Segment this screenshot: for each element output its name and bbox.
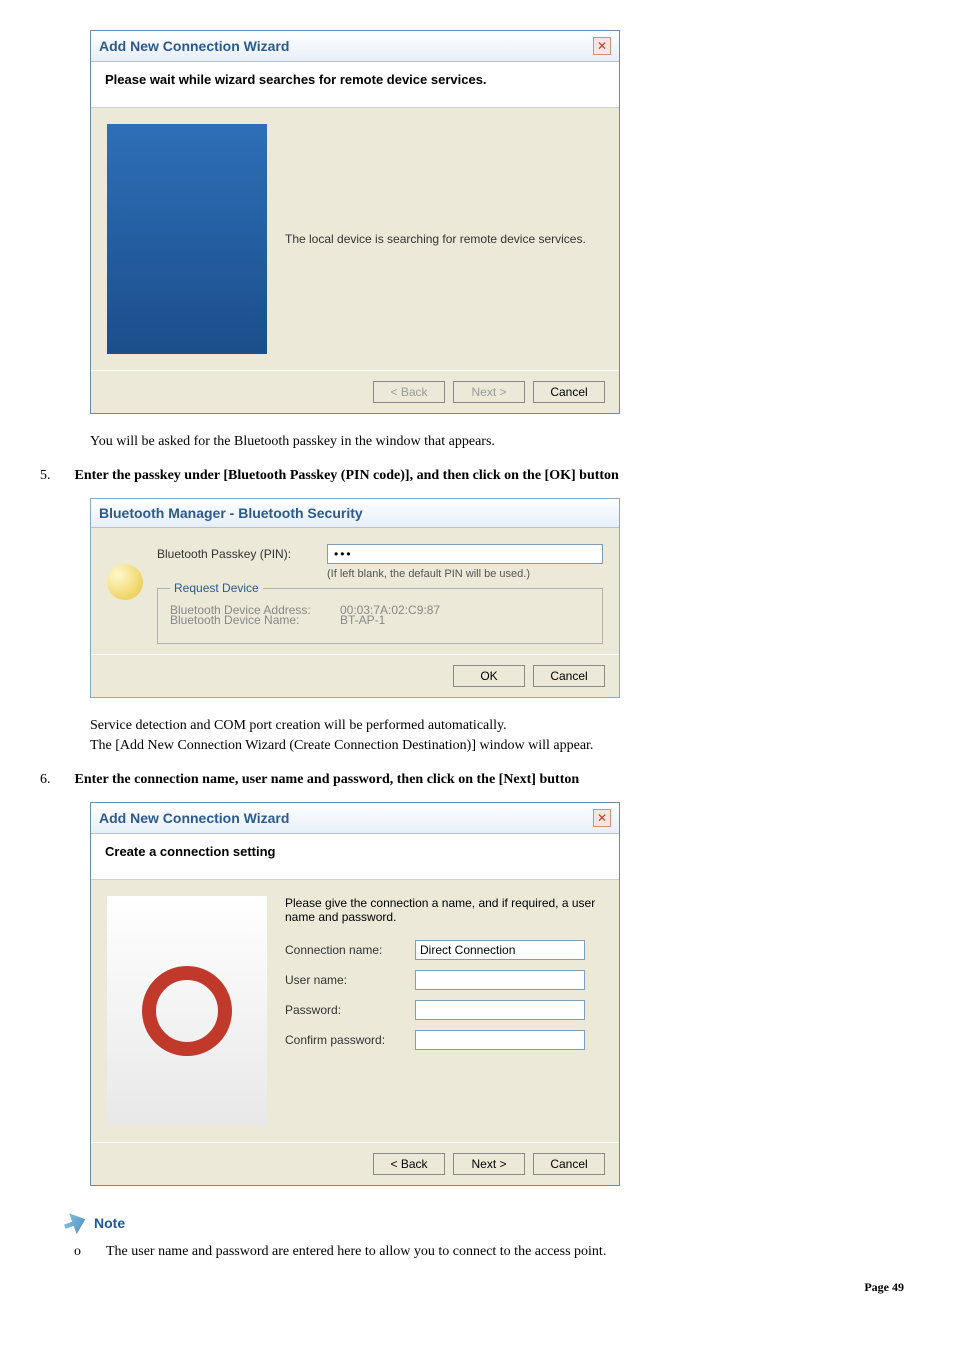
bluetooth-icon xyxy=(107,564,143,600)
request-device-group: Request Device Bluetooth Device Address:… xyxy=(157,588,603,644)
window-title: Add New Connection Wizard xyxy=(99,810,289,826)
ok-button[interactable]: OK xyxy=(453,665,525,687)
next-button[interactable]: Next > xyxy=(453,1153,525,1175)
service-detection-text: Service detection and COM port creation … xyxy=(90,718,914,734)
passkey-note: You will be asked for the Bluetooth pass… xyxy=(90,434,914,450)
wizard-subheader: Create a connection setting xyxy=(91,834,619,880)
wizard-content: Please give the connection a name, and i… xyxy=(91,880,619,1142)
confirm-password-row: Confirm password: xyxy=(285,1030,603,1050)
request-device-legend: Request Device xyxy=(170,581,263,595)
pin-row: Bluetooth Passkey (PIN): ••• xyxy=(157,544,603,564)
step-6: 6. Enter the connection name, user name … xyxy=(40,772,914,788)
step-number: 6. xyxy=(40,772,51,788)
pin-label: Bluetooth Passkey (PIN): xyxy=(157,547,317,561)
page-number: Page 49 xyxy=(40,1280,914,1295)
button-row: OK Cancel xyxy=(91,654,619,697)
pin-hint: (If left blank, the default PIN will be … xyxy=(327,568,603,580)
back-button[interactable]: < Back xyxy=(373,1153,445,1175)
username-input[interactable] xyxy=(415,970,585,990)
connection-name-label: Connection name: xyxy=(285,943,405,957)
username-label: User name: xyxy=(285,973,405,987)
next-window-text: The [Add New Connection Wizard (Create C… xyxy=(90,738,914,754)
device-name-row: Bluetooth Device Name: BT-AP-1 xyxy=(170,613,590,627)
step-number: 5. xyxy=(40,468,51,484)
next-button: Next > xyxy=(453,381,525,403)
confirm-password-label: Confirm password: xyxy=(285,1033,405,1047)
wizard-illustration xyxy=(107,896,267,1126)
window-title: Bluetooth Manager - Bluetooth Security xyxy=(99,505,363,521)
close-icon[interactable]: ✕ xyxy=(593,809,611,827)
wizard-illustration xyxy=(107,124,267,354)
password-input[interactable] xyxy=(415,1000,585,1020)
step-instruction: Enter the passkey under [Bluetooth Passk… xyxy=(75,468,619,484)
note-label: Note xyxy=(94,1215,125,1231)
back-button: < Back xyxy=(373,381,445,403)
device-name-label: Bluetooth Device Name: xyxy=(170,613,330,627)
wizard-searching-window: Add New Connection Wizard ✕ Please wait … xyxy=(90,30,620,414)
button-row: < Back Next > Cancel xyxy=(91,1142,619,1185)
cancel-button[interactable]: Cancel xyxy=(533,1153,605,1175)
wizard-connection-window: Add New Connection Wizard ✕ Create a con… xyxy=(90,802,620,1186)
password-row: Password: xyxy=(285,1000,603,1020)
window-title: Add New Connection Wizard xyxy=(99,38,289,54)
bullet-symbol: o xyxy=(74,1244,86,1260)
wizard-subheader: Please wait while wizard searches for re… xyxy=(91,62,619,108)
note-text: The user name and password are entered h… xyxy=(106,1244,606,1260)
cancel-button[interactable]: Cancel xyxy=(533,665,605,687)
note-arrow-icon xyxy=(61,1209,89,1237)
connection-name-input[interactable] xyxy=(415,940,585,960)
note-section: Note xyxy=(64,1212,914,1234)
note-bullet: o The user name and password are entered… xyxy=(74,1244,914,1260)
password-label: Password: xyxy=(285,1003,405,1017)
confirm-password-input[interactable] xyxy=(415,1030,585,1050)
connection-name-row: Connection name: xyxy=(285,940,603,960)
step-instruction: Enter the connection name, user name and… xyxy=(75,772,580,788)
step-5: 5. Enter the passkey under [Bluetooth Pa… xyxy=(40,468,914,484)
titlebar: Add New Connection Wizard ✕ xyxy=(91,803,619,834)
titlebar: Add New Connection Wizard ✕ xyxy=(91,31,619,62)
device-name-value: BT-AP-1 xyxy=(340,613,385,627)
wizard-content: The local device is searching for remote… xyxy=(91,108,619,370)
bluetooth-security-window: Bluetooth Manager - Bluetooth Security B… xyxy=(90,498,620,698)
pin-input[interactable]: ••• xyxy=(327,544,603,564)
searching-text: The local device is searching for remote… xyxy=(285,232,586,246)
security-body: Bluetooth Passkey (PIN): ••• (If left bl… xyxy=(91,528,619,654)
close-icon[interactable]: ✕ xyxy=(593,37,611,55)
button-row: < Back Next > Cancel xyxy=(91,370,619,413)
connection-prompt: Please give the connection a name, and i… xyxy=(285,896,603,924)
ring-graphic xyxy=(142,966,232,1056)
username-row: User name: xyxy=(285,970,603,990)
titlebar: Bluetooth Manager - Bluetooth Security xyxy=(91,499,619,528)
cancel-button[interactable]: Cancel xyxy=(533,381,605,403)
